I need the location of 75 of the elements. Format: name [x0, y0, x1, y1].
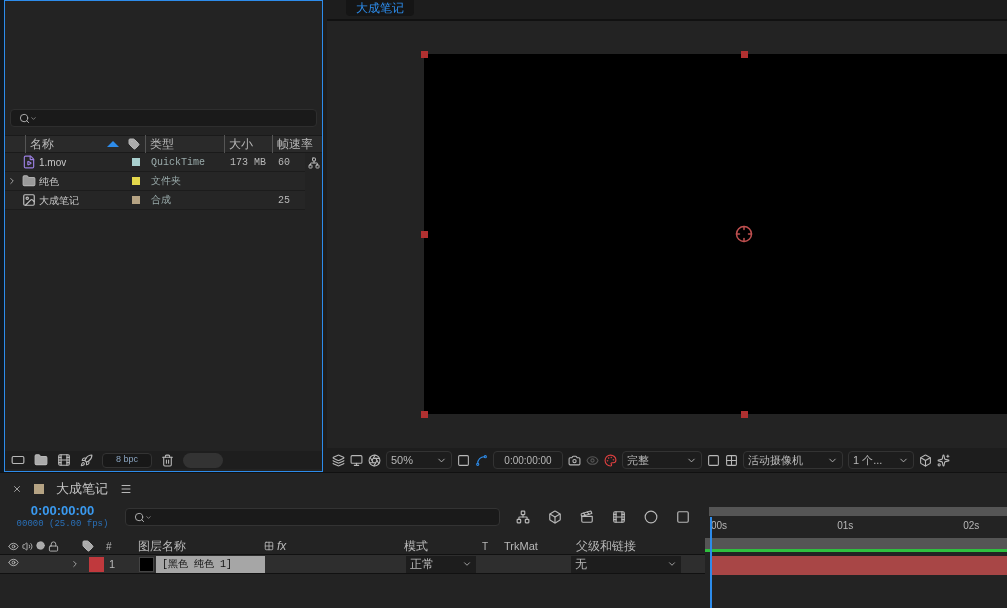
expand-chevron-icon	[7, 176, 17, 186]
column-header: #	[106, 539, 113, 554]
column-header: TrkMat	[504, 538, 539, 554]
item-size: 173 MB	[230, 157, 266, 168]
layers-icon[interactable]	[332, 453, 345, 467]
search-field[interactable]	[10, 109, 317, 127]
caret-icon	[30, 114, 37, 122]
project-item[interactable]: 1.mov QuickTime 173 MB 60	[5, 153, 305, 172]
layer-number: 1	[109, 556, 117, 572]
transform-handle[interactable]	[421, 231, 428, 238]
layer-search-field[interactable]	[125, 508, 500, 526]
views-dropdown[interactable]: 1 个...	[848, 451, 914, 469]
anchor-point-icon[interactable]	[735, 225, 753, 243]
transform-handle[interactable]	[741, 51, 748, 58]
caret-icon	[145, 513, 152, 521]
project-item[interactable]: 纯色 文件夹	[5, 172, 305, 191]
time-navigator-bar[interactable]	[705, 538, 1007, 552]
caret-icon	[667, 559, 677, 569]
layer-color-swatch[interactable]	[89, 556, 104, 572]
layer-name[interactable]: [黑色 纯色 1]	[156, 555, 265, 573]
frame-rate-info: 00000 (25.00 fps)	[16, 517, 109, 531]
video-file-icon	[22, 155, 36, 169]
time-ruler-label: 01s	[837, 519, 854, 533]
item-frame-rate: 60	[278, 157, 290, 168]
composition-icon	[22, 193, 36, 207]
hierarchy-icon[interactable]	[516, 510, 530, 524]
column-header: 父级和链接	[576, 538, 636, 555]
current-time-field[interactable]: 0:00:00:00	[493, 451, 563, 469]
solo-icon	[36, 540, 45, 552]
checkerboard-icon[interactable]	[725, 453, 738, 467]
trash-icon[interactable]	[161, 453, 174, 467]
column-header: fx	[277, 538, 287, 555]
folder-icon	[22, 174, 36, 188]
zoom-dropdown[interactable]: 50%	[386, 451, 452, 469]
mode-dropdown[interactable]: 正常	[406, 555, 476, 573]
composition-tab[interactable]: 大成笔记	[346, 0, 414, 16]
lock-icon	[48, 540, 59, 552]
item-type: 合成	[150, 193, 172, 208]
monitor-icon[interactable]	[350, 453, 363, 467]
column-header: T	[482, 539, 490, 554]
transform-handle[interactable]	[741, 411, 748, 418]
camera-dropdown[interactable]: 活动摄像机	[743, 451, 843, 469]
bit-depth-button[interactable]: 8 bpc	[102, 452, 152, 468]
eye-icon	[8, 540, 19, 552]
column-header: 图层名称	[138, 538, 187, 555]
audio-icon	[22, 540, 33, 552]
flowchart-icon	[308, 157, 320, 169]
item-type: QuickTime	[150, 155, 206, 170]
layer-row[interactable]: 1 [黑色 纯色 1] 正常 无	[0, 555, 705, 574]
menu-icon[interactable]	[120, 483, 132, 495]
project-item[interactable]: 大成笔记 合成 25	[5, 191, 305, 210]
timeline-tab-title[interactable]: 大成笔记	[56, 479, 108, 499]
search-icon	[134, 511, 145, 523]
item-type: 文件夹	[150, 174, 182, 189]
resolution-dropdown[interactable]: 完整	[622, 451, 702, 469]
parent-dropdown[interactable]: 无	[571, 555, 681, 573]
search-icon	[19, 112, 30, 124]
close-icon[interactable]	[12, 484, 22, 494]
camera-icon[interactable]	[568, 453, 581, 467]
eye-icon[interactable]	[8, 557, 19, 568]
sort-ascending-icon	[107, 141, 119, 147]
folder-icon[interactable]	[34, 453, 48, 467]
item-name: 1.mov	[39, 155, 68, 170]
transform-handle[interactable]	[421, 51, 428, 58]
caret-icon	[462, 559, 472, 569]
transform-handle[interactable]	[421, 411, 428, 418]
rocket-icon[interactable]	[80, 453, 93, 467]
time-ruler-label: 02s	[963, 519, 980, 533]
solid-swatch	[139, 556, 154, 572]
item-name: 纯色	[39, 174, 60, 189]
column-header: 模式	[404, 538, 429, 555]
item-name: 大成笔记	[39, 193, 80, 208]
item-frame-rate: 25	[278, 195, 290, 206]
current-time[interactable]: 0:00:00:00	[30, 502, 95, 518]
time-ruler-label: 00s	[711, 519, 728, 533]
